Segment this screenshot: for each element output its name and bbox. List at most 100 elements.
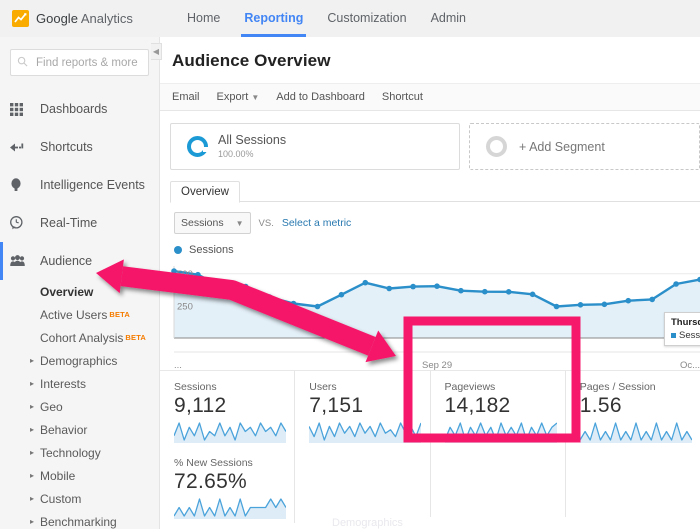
sidebar-subitem-interests[interactable]: ▸ Interests (0, 372, 159, 395)
top-navigation: Home Reporting Customization Admin (175, 0, 478, 37)
nav-customization[interactable]: Customization (315, 0, 418, 37)
x-tick-1: Sep 29 (422, 360, 453, 371)
search-input[interactable] (34, 55, 142, 70)
sidebar-subitem-active-users[interactable]: Active Users BETA (0, 303, 159, 326)
sidebar-subitem-label: Active Users (40, 307, 108, 322)
lightbulb-icon (10, 178, 32, 192)
metric-title: % New Sessions (174, 457, 253, 469)
sidebar-subitem-geo[interactable]: ▸ Geo (0, 395, 159, 418)
sidebar-subitem-demographics[interactable]: ▸ Demographics (0, 349, 159, 372)
bottom-clipped-label: Demographics (332, 517, 403, 529)
metric-card-new-sessions[interactable]: % New Sessions 72.65% (160, 447, 294, 523)
metric-value: 72.65% (174, 470, 248, 493)
sidebar-item-audience[interactable]: Audience (0, 242, 159, 280)
segment-percent: 100.00% (218, 149, 254, 160)
chevron-down-icon: ▼ (251, 93, 260, 102)
nav-home[interactable]: Home (175, 0, 232, 37)
primary-metric-value: Sessions (181, 217, 224, 229)
metric-cards: Sessions 9,112 Users 7,151 Pageviews 14,… (160, 370, 700, 523)
main-content: Audience Overview Email Export ▼ Add to D… (160, 37, 700, 529)
chevron-right-icon: ▸ (30, 470, 35, 480)
sidebar-subitem-label: Interests (40, 376, 87, 391)
select-a-metric-link[interactable]: Select a metric (282, 217, 351, 229)
sidebar-subitem-label: Custom (40, 491, 82, 506)
primary-metric-dropdown[interactable]: Sessions ▼ (174, 212, 251, 234)
sidebar-subitem-custom[interactable]: ▸ Custom (0, 487, 159, 510)
sidebar-item-label: Intelligence Events (40, 178, 145, 192)
metric-title: Pages / Session (579, 381, 656, 393)
sidebar-item-label: Shortcuts (40, 140, 93, 154)
metric-card-row-1: Sessions 9,112 Users 7,151 Pageviews 14,… (160, 371, 700, 447)
brand-logo[interactable]: Google Analytics (12, 10, 152, 27)
sidebar-subitem-label: Mobile (40, 468, 76, 483)
sidebar-subitem-cohort-analysis[interactable]: Cohort Analysis BETA (0, 326, 159, 349)
sidebar-item-real-time[interactable]: Real-Time (0, 204, 159, 242)
legend-marker-sessions (174, 246, 182, 254)
metric-title: Pageviews (444, 381, 496, 393)
people-icon (10, 255, 32, 267)
sidebar-subitem-behavior[interactable]: ▸ Behavior (0, 418, 159, 441)
sidebar-item-label: Real-Time (40, 216, 98, 230)
nav-admin[interactable]: Admin (419, 0, 478, 37)
beta-badge: BETA (109, 310, 131, 319)
tab-overview[interactable]: Overview (170, 181, 240, 203)
sparkline (174, 422, 286, 443)
brand-name-bold: Google (36, 11, 78, 26)
sidebar-search-wrap (0, 37, 159, 86)
report-actions-toolbar: Email Export ▼ Add to Dashboard Shortcut (160, 83, 700, 111)
sidebar-subitem-technology[interactable]: ▸ Technology (0, 441, 159, 464)
segment-row: All Sessions 100.00% + Add Segment (170, 123, 700, 170)
tooltip-metric: Sessions (671, 330, 700, 341)
report-tabs: Overview (170, 180, 700, 203)
metric-title: Sessions (174, 381, 217, 393)
metric-value: 14,182 (444, 394, 511, 417)
left-sidebar: Dashboards Shortcuts (0, 37, 160, 529)
sidebar-subitem-mobile[interactable]: ▸ Mobile (0, 464, 159, 487)
svg-text:250: 250 (177, 301, 193, 312)
sidebar-nav-group: Dashboards Shortcuts Intelligence Events… (0, 90, 159, 529)
nav-reporting[interactable]: Reporting (232, 0, 315, 37)
sidebar-subitem-label: Geo (40, 399, 63, 414)
vs-label: VS. (258, 217, 274, 229)
sidebar-item-intelligence-events[interactable]: Intelligence Events (0, 166, 159, 204)
bottom-clipped-row: Demographics (320, 517, 700, 529)
search-box[interactable] (10, 49, 149, 76)
tooltip-marker-icon (671, 333, 676, 338)
google-analytics-window: Google Analytics Home Reporting Customiz… (0, 0, 700, 529)
add-segment-donut-icon (485, 136, 507, 157)
sidebar-item-shortcuts[interactable]: Shortcuts (0, 128, 159, 166)
metric-card-sessions[interactable]: Sessions 9,112 (160, 371, 294, 447)
chevron-right-icon: ▸ (30, 493, 35, 503)
segment-name: All Sessions (218, 133, 287, 148)
sidebar-item-dashboards[interactable]: Dashboards (0, 90, 159, 128)
sparkline (444, 422, 557, 443)
x-tick-2: Oc... (680, 360, 700, 371)
chevron-down-icon: ▼ (235, 218, 244, 228)
sidebar-collapse-button[interactable]: ◀ (151, 43, 162, 60)
legend-label-sessions: Sessions (189, 244, 234, 256)
chevron-left-icon: ◀ (152, 46, 160, 56)
metric-card-users[interactable]: Users 7,151 (294, 371, 429, 447)
analytics-chart-icon (12, 10, 29, 27)
chevron-right-icon: ▸ (30, 424, 35, 434)
export-button[interactable]: Export ▼ (217, 91, 260, 103)
metric-selector-row: Sessions ▼ VS. Select a metric (174, 212, 700, 234)
metric-card-pageviews[interactable]: Pageviews 14,182 (429, 371, 565, 447)
export-label: Export (216, 91, 249, 103)
metric-value: 1.56 (579, 394, 622, 417)
sidebar-subitem-overview[interactable]: Overview (0, 280, 159, 303)
segment-donut-icon (187, 136, 208, 157)
sidebar-item-label: Audience (40, 254, 93, 268)
segment-all-sessions[interactable]: All Sessions 100.00% (170, 123, 460, 170)
sidebar-item-label: Dashboards (40, 102, 108, 116)
metric-card-pages-per-session[interactable]: Pages / Session 1.56 (564, 371, 700, 447)
sidebar-subitem-benchmarking[interactable]: ▸ Benchmarking (0, 510, 159, 529)
sessions-line-chart[interactable]: 250 500 (160, 260, 700, 362)
add-to-dashboard-button[interactable]: Add to Dashboard (276, 91, 365, 103)
add-segment-button[interactable]: + Add Segment (468, 123, 700, 170)
tooltip-metric-label: Sessions (679, 330, 700, 341)
shortcut-button[interactable]: Shortcut (382, 91, 423, 103)
email-button[interactable]: Email (172, 91, 200, 103)
metric-value: 9,112 (174, 394, 227, 417)
sidebar-subitem-label: Cohort Analysis (40, 330, 124, 345)
